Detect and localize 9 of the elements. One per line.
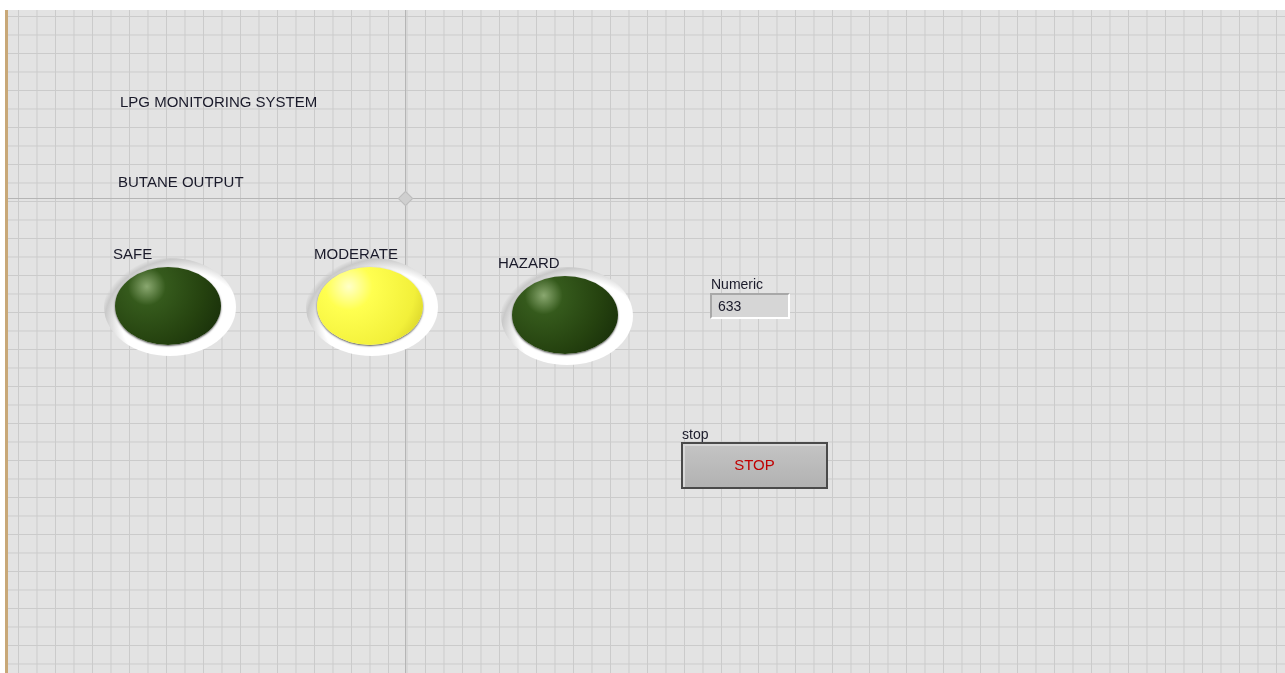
section-label: BUTANE OUTPUT (118, 172, 244, 192)
led-label: MODERATE (314, 244, 398, 264)
led-label: HAZARD (498, 253, 560, 273)
led-label: SAFE (113, 244, 153, 264)
stop-button[interactable]: STOP (681, 442, 828, 489)
numeric-indicator: 633 (710, 293, 790, 319)
numeric-label: Numeric (711, 275, 764, 294)
panel-title: LPG MONITORING SYSTEM (120, 92, 318, 112)
stop-label: stop (682, 425, 709, 444)
